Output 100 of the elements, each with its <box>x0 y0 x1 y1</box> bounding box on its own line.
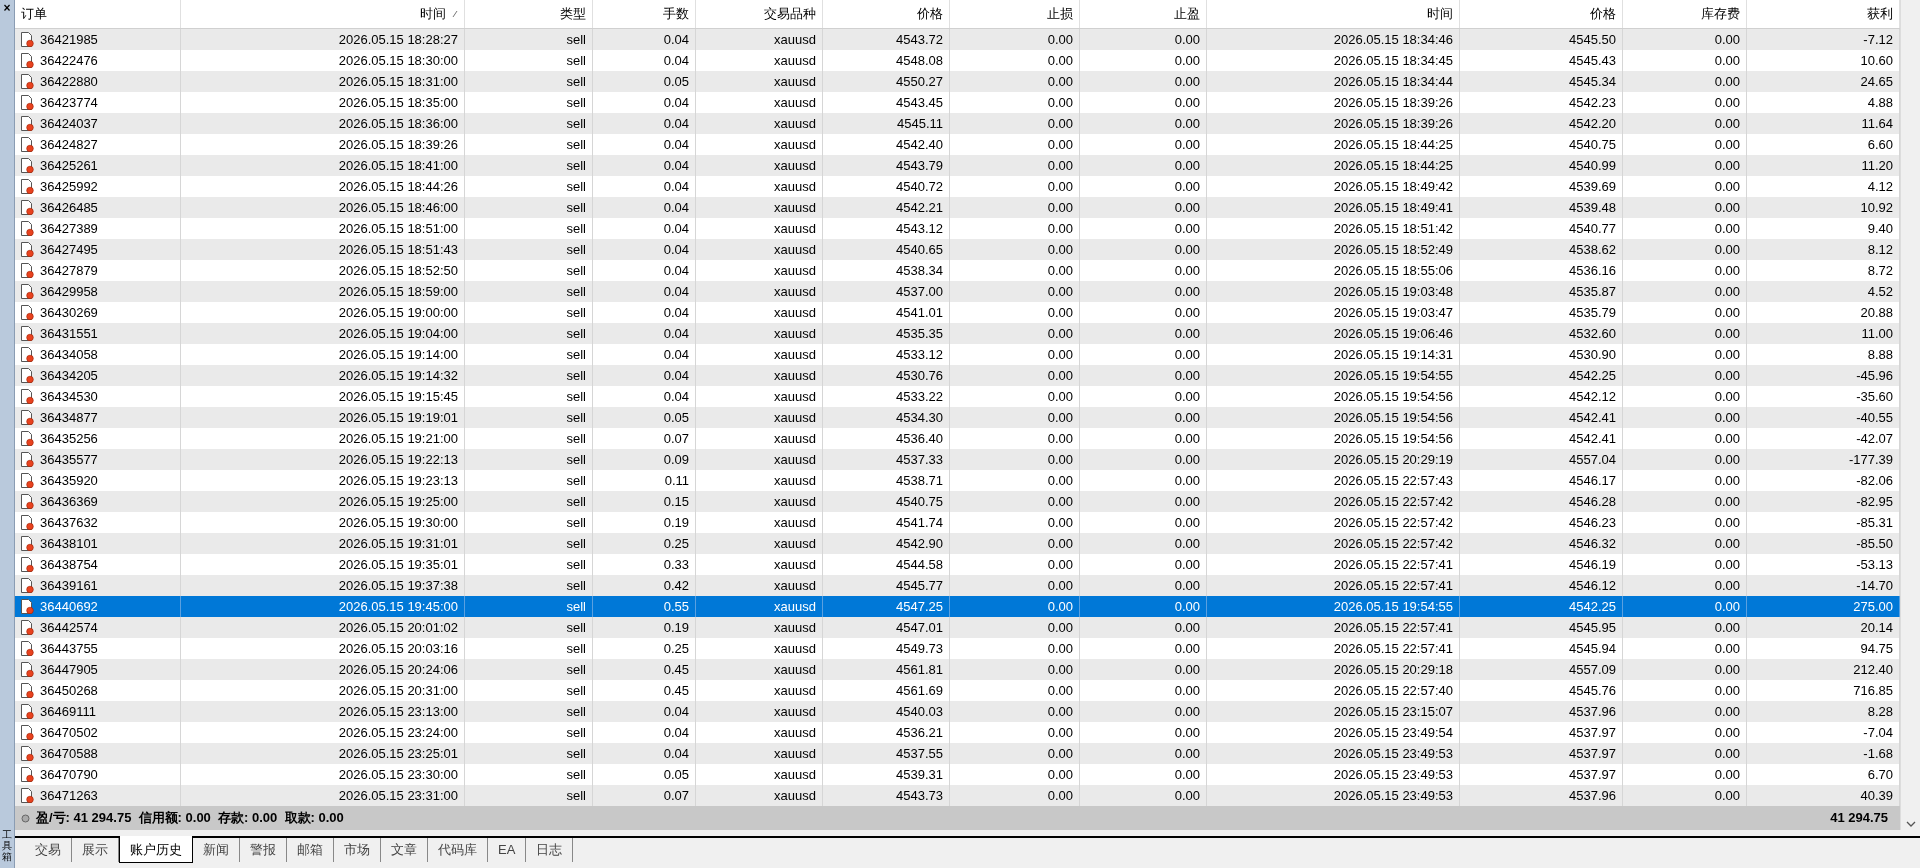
table-row[interactable]: 36435577 2026.05.15 19:22:13 sell 0.09 xauusd 4537.33 0.00 0.00 2026.05.15 20:29:19 4557.04 0.00 -177.39 <box>15 449 1900 470</box>
table-cell-text: 0.00 <box>1714 156 1740 175</box>
table-row[interactable]: 36429958 2026.05.15 18:59:00 sell 0.04 xauusd 4537.00 0.00 0.00 2026.05.15 19:03:48 4535.87 0.00 4.52 <box>15 281 1900 302</box>
table-cell-text: sell <box>566 114 586 133</box>
table-cell-text: 0.00 <box>1714 303 1740 322</box>
table-cell-text: sell <box>566 492 586 511</box>
table-cell-text: 4544.58 <box>896 555 943 574</box>
table-cell-text: sell <box>566 93 586 112</box>
document-icon <box>21 641 34 656</box>
tab[interactable]: 日志 <box>526 838 574 862</box>
table-cell-text: 0.00 <box>1714 660 1740 679</box>
table-cell-text: 2026.05.15 20:03:16 <box>338 639 458 658</box>
table-cell-text: 4537.96 <box>1569 702 1616 721</box>
table-row[interactable]: 36439161 2026.05.15 19:37:38 sell 0.42 xauusd 4545.77 0.00 0.00 2026.05.15 22:57:41 4546.12 0.00 -14.70 <box>15 575 1900 596</box>
table-cell-text: 4545.50 <box>1569 30 1616 49</box>
table-cell-text: 36434530 <box>40 387 98 406</box>
table-cell-text: 4557.04 <box>1569 450 1616 469</box>
table-cell-text: 0.00 <box>1047 324 1073 343</box>
table-cell-text: 11.20 <box>1861 156 1893 175</box>
table-cell-text: 0.00 <box>1047 30 1073 49</box>
table-row[interactable]: 36447905 2026.05.15 20:24:06 sell 0.45 xauusd 4561.81 0.00 0.00 2026.05.15 20:29:18 4557.09 0.00 212.40 <box>15 659 1900 680</box>
table-row[interactable]: 36469111 2026.05.15 23:13:00 sell 0.04 xauusd 4540.03 0.00 0.00 2026.05.15 23:15:07 4537.96 0.00 8.28 <box>15 701 1900 722</box>
table-cell-text: 0.00 <box>1047 135 1073 154</box>
scrollbar[interactable] <box>1900 0 1920 830</box>
table-row[interactable]: 36434877 2026.05.15 19:19:01 sell 0.05 xauusd 4534.30 0.00 0.00 2026.05.15 19:54:56 4542.41 0.00 -40.55 <box>15 407 1900 428</box>
table-cell-text: 94.75 <box>1860 639 1893 658</box>
table-cell-text: 4.88 <box>1867 93 1893 112</box>
table-cell-text: xauusd <box>774 387 816 406</box>
tab[interactable]: 代码库 <box>428 838 488 862</box>
table-row[interactable]: 36436369 2026.05.15 19:25:00 sell 0.15 xauusd 4540.75 0.00 0.00 2026.05.15 22:57:42 4546.28 0.00 -82.95 <box>15 491 1900 512</box>
table-cell-text: sell <box>566 639 586 658</box>
table-cell-text: 0.00 <box>1714 366 1740 385</box>
table-cell-text: 0.00 <box>1174 429 1200 448</box>
table-cell-text: 36423774 <box>40 93 98 112</box>
table-cell-text: 0.00 <box>1714 723 1740 742</box>
table-cell-text: 0.00 <box>1174 639 1200 658</box>
table-row[interactable]: 36427495 2026.05.15 18:51:43 sell 0.04 xauusd 4540.65 0.00 0.00 2026.05.15 18:52:49 4538.62 0.00 8.12 <box>15 239 1900 260</box>
table-row[interactable]: 36431551 2026.05.15 19:04:00 sell 0.04 xauusd 4535.35 0.00 0.00 2026.05.15 19:06:46 4532.60 0.00 11.00 <box>15 323 1900 344</box>
table-cell-text: 0.00 <box>1174 51 1200 70</box>
table-cell-text: 2026.05.15 18:39:26 <box>1333 114 1453 133</box>
tab[interactable]: 警报 <box>240 838 287 862</box>
table-cell-text: 0.04 <box>663 114 689 133</box>
document-icon <box>21 389 34 404</box>
table-cell-text: 0.00 <box>1714 114 1740 133</box>
table-cell-text: 36434877 <box>40 408 98 427</box>
tab[interactable]: EA <box>488 838 527 862</box>
table-cell-text: 0.00 <box>1174 345 1200 364</box>
table-cell-text: 0.00 <box>1714 429 1740 448</box>
table-row[interactable]: 36425261 2026.05.15 18:41:00 sell 0.04 xauusd 4543.79 0.00 0.00 2026.05.15 18:44:25 4540.99 0.00 11.20 <box>15 155 1900 176</box>
table-cell-text: 2026.05.15 22:57:41 <box>1333 618 1453 637</box>
table-row[interactable]: 36470588 2026.05.15 23:25:01 sell 0.04 xauusd 4537.55 0.00 0.00 2026.05.15 23:49:53 4537.97 0.00 -1.68 <box>15 743 1900 764</box>
table-row[interactable]: 36424037 2026.05.15 18:36:00 sell 0.04 xauusd 4545.11 0.00 0.00 2026.05.15 18:39:26 4542.20 0.00 11.64 <box>15 113 1900 134</box>
table-cell-text: 0.00 <box>1047 366 1073 385</box>
table-cell-text: 2026.05.15 18:44:25 <box>1333 135 1453 154</box>
tab[interactable]: 邮箱 <box>287 838 334 862</box>
table-cell-text: 0.00 <box>1714 702 1740 721</box>
document-icon <box>21 284 34 299</box>
table-cell-text: 4550.27 <box>896 72 943 91</box>
table-row[interactable]: 36434205 2026.05.15 19:14:32 sell 0.04 xauusd 4530.76 0.00 0.00 2026.05.15 19:54:55 4542.25 0.00 -45.96 <box>15 365 1900 386</box>
table-row[interactable]: 36442574 2026.05.15 20:01:02 sell 0.19 xauusd 4547.01 0.00 0.00 2026.05.15 22:57:41 4545.95 0.00 20.14 <box>15 617 1900 638</box>
table-cell-text: 2026.05.15 23:31:00 <box>338 786 458 805</box>
table-cell-text: sell <box>566 429 586 448</box>
table-row[interactable]: 36440692 2026.05.15 19:45:00 sell 0.55 xauusd 4547.25 0.00 0.00 2026.05.15 19:54:55 4542.25 0.00 275.00 <box>15 596 1900 617</box>
table-cell-text: 0.00 <box>1047 513 1073 532</box>
tab[interactable]: 市场 <box>334 838 381 862</box>
document-icon <box>21 368 34 383</box>
table-cell-text: 2026.05.15 18:31:00 <box>338 72 458 91</box>
table-row[interactable]: 36438101 2026.05.15 19:31:01 sell 0.25 xauusd 4542.90 0.00 0.00 2026.05.15 22:57:42 4546.32 0.00 -85.50 <box>15 533 1900 554</box>
tab[interactable]: 文章 <box>381 838 428 862</box>
table-row[interactable]: 36426485 2026.05.15 18:46:00 sell 0.04 xauusd 4542.21 0.00 0.00 2026.05.15 18:49:41 4539.48 0.00 10.92 <box>15 197 1900 218</box>
table-cell-text: 4547.01 <box>896 618 943 637</box>
table-cell-text: xauusd <box>774 660 816 679</box>
table-cell-text: xauusd <box>774 723 816 742</box>
table-cell-text: 36427389 <box>40 219 98 238</box>
scroll-down-icon[interactable] <box>1905 820 1916 828</box>
tab[interactable]: 账户历史 <box>119 836 193 863</box>
circle-icon <box>21 813 30 823</box>
table-cell-text: 0.00 <box>1174 576 1200 595</box>
table-row[interactable]: 36471263 2026.05.15 23:31:00 sell 0.07 xauusd 4543.73 0.00 0.00 2026.05.15 23:49:53 4537.96 0.00 40.39 <box>15 785 1900 806</box>
table-cell-text: 0.00 <box>1174 555 1200 574</box>
table-cell-text: 0.00 <box>1174 450 1200 469</box>
table-cell-text: 0.00 <box>1714 765 1740 784</box>
table-cell-text: 4549.73 <box>896 639 943 658</box>
table-cell-text: 0.33 <box>663 555 689 574</box>
close-button[interactable]: × <box>3 2 11 14</box>
table-cell-text: 0.07 <box>663 429 689 448</box>
document-icon <box>21 242 34 257</box>
table-cell-text: 4538.62 <box>1569 240 1616 259</box>
table-cell-text: 4537.97 <box>1569 765 1616 784</box>
table-cell-text: 36447905 <box>40 660 98 679</box>
tab[interactable]: 新闻 <box>193 838 240 862</box>
table-cell-text: 6.60 <box>1867 135 1893 154</box>
table-row[interactable]: 36422880 2026.05.15 18:31:00 sell 0.05 xauusd 4550.27 0.00 0.00 2026.05.15 18:34:44 4545.34 0.00 24.65 <box>15 71 1900 92</box>
table-cell-text: 0.00 <box>1047 744 1073 763</box>
tab[interactable]: 交易 <box>25 838 72 862</box>
table-cell-text: xauusd <box>774 366 816 385</box>
table-cell-text: -85.31 <box>1856 513 1893 532</box>
table-row[interactable]: 36421985 2026.05.15 18:28:27 sell 0.04 xauusd 4543.72 0.00 0.00 2026.05.15 18:34:46 4545.50 0.00 -7.12 <box>15 29 1900 50</box>
table-cell-text: -85.50 <box>1856 534 1893 553</box>
table-cell-text: xauusd <box>774 135 816 154</box>
